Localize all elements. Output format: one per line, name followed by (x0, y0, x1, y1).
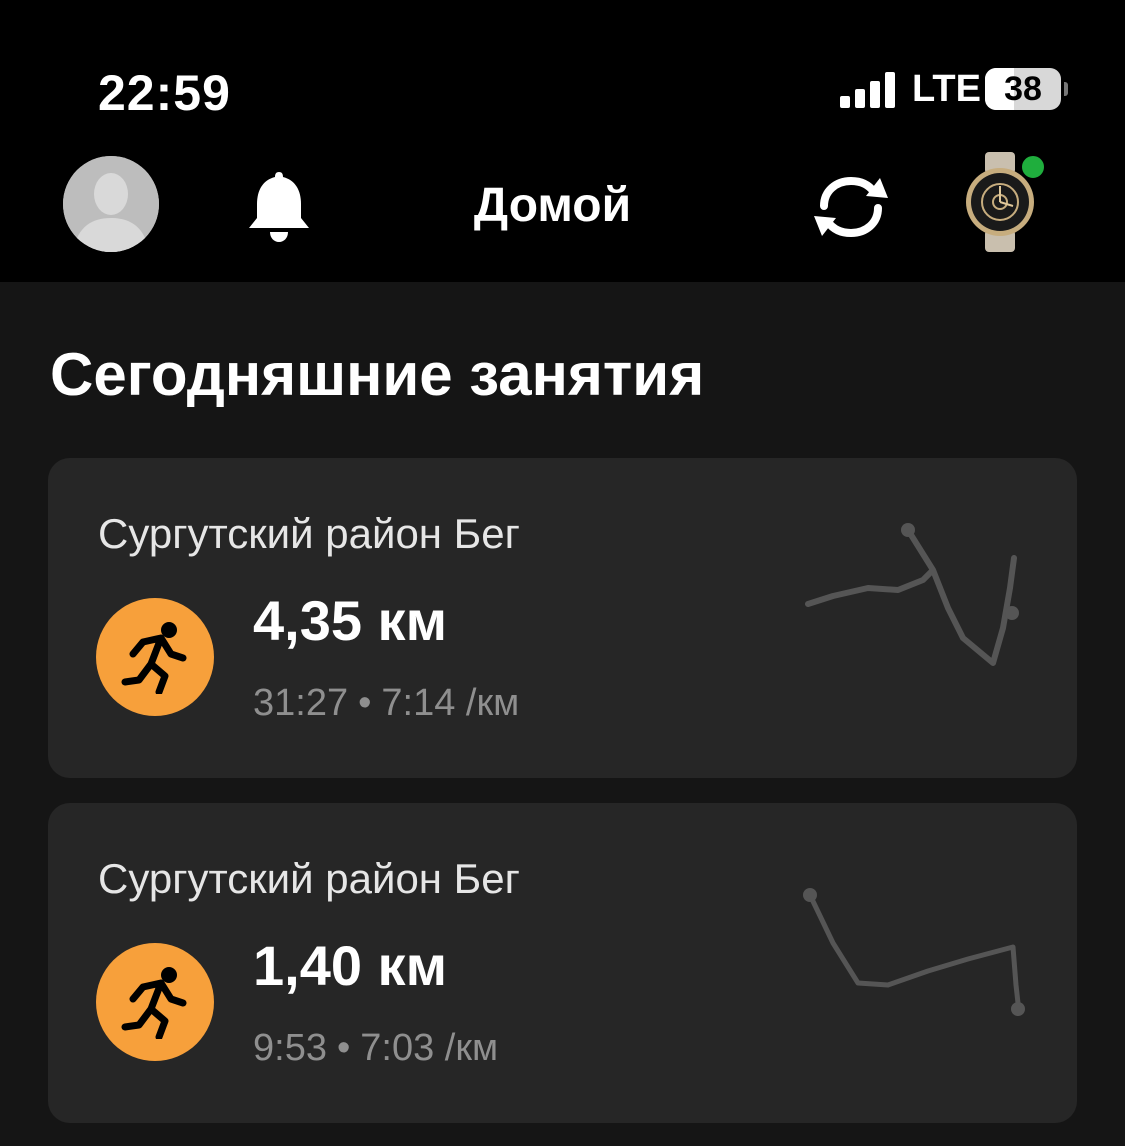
network-type: LTE (912, 68, 981, 110)
page-title: Домой (473, 179, 632, 232)
section-title: Сегодняшние занятия (50, 341, 705, 408)
running-icon (121, 967, 187, 1039)
separator-dot: • (336, 1027, 351, 1069)
activity-pace: 7:14 /км (381, 682, 520, 724)
battery-body: 38 (985, 68, 1061, 110)
route-map-thumbnail (803, 888, 1025, 1016)
battery-percent: 38 (1004, 70, 1042, 108)
activity-stats: 9:53 • 7:03 /км (253, 1027, 498, 1070)
main-content: Сегодняшние занятия Сургутский район Бег… (0, 282, 1125, 1146)
activity-distance: 4,35 км (253, 589, 448, 652)
activity-duration: 31:27 (253, 682, 349, 724)
cellular-signal-icon (840, 72, 895, 108)
app-screen: 22:59 LTE 38 Домой Сегодняшние занятия С… (0, 0, 1125, 1146)
user-avatar[interactable] (63, 156, 159, 252)
status-bar: 22:59 LTE 38 (0, 0, 1125, 150)
top-header: Домой (0, 150, 1125, 282)
activity-title: Сургутский район Бег (98, 510, 520, 557)
activity-type-badge (96, 598, 214, 716)
activity-pace: 7:03 /км (360, 1027, 499, 1069)
device-connected-indicator (1020, 154, 1046, 180)
activity-type-badge (96, 943, 214, 1061)
route-map-thumbnail (805, 523, 1019, 666)
activity-distance: 1,40 км (253, 934, 448, 997)
activity-title: Сургутский район Бег (98, 855, 520, 902)
bell-icon[interactable] (245, 168, 313, 244)
sync-icon[interactable] (808, 172, 894, 242)
activity-duration: 9:53 (253, 1027, 327, 1069)
battery-indicator: 38 (985, 68, 1068, 110)
activity-card[interactable]: Сургутский район Бег 4,35 км 31:27 • 7:14 … (48, 458, 1077, 778)
status-time: 22:59 (98, 65, 231, 121)
activity-card[interactable]: Сургутский район Бег 1,40 км 9:53 • 7:03 /… (48, 803, 1077, 1123)
running-icon (121, 622, 187, 694)
user-silhouette-icon (63, 156, 159, 252)
separator-dot: • (358, 682, 372, 724)
battery-tip (1064, 82, 1068, 96)
activity-stats: 31:27 • 7:14 /км (253, 682, 519, 725)
